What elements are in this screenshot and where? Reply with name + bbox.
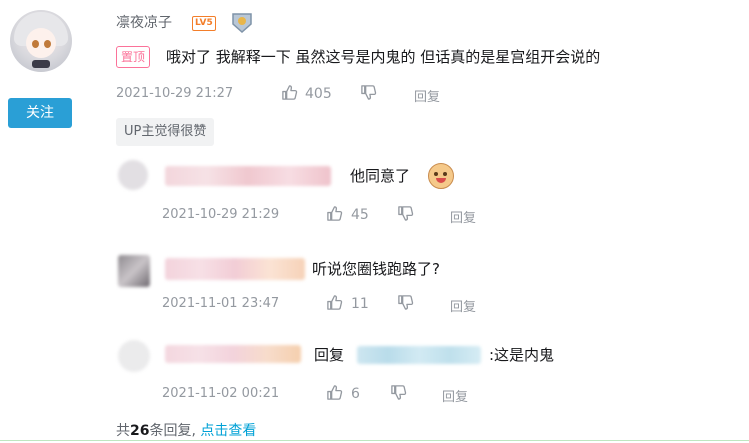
- reply-text: 他同意了: [350, 167, 411, 185]
- reply-button[interactable]: 回复: [450, 207, 476, 226]
- pinned-tag: 置顶: [116, 46, 151, 68]
- comment-time: 2021-10-29 21:27: [116, 86, 234, 101]
- like-count: 11: [351, 296, 369, 312]
- like-count: 45: [351, 207, 369, 223]
- divider: [0, 440, 749, 441]
- reply-username[interactable]: [165, 166, 331, 186]
- follow-button[interactable]: 关注: [8, 98, 72, 128]
- reply-count-prefix: 共: [116, 423, 130, 439]
- thumbs-up-icon[interactable]: [326, 205, 343, 222]
- view-replies-link[interactable]: 点击查看: [200, 423, 256, 439]
- reply-avatar[interactable]: [118, 340, 150, 372]
- username[interactable]: 凛夜凉子: [116, 12, 172, 32]
- reply-count-suffix: 条回复,: [149, 423, 196, 439]
- thumbs-up-icon[interactable]: [326, 294, 343, 311]
- thumbs-down-icon[interactable]: [390, 384, 407, 401]
- comment-text: 哦对了 我解释一下 虽然这号是内鬼的 但话真的是星宫组开会说的: [166, 48, 601, 66]
- thumbs-up-icon[interactable]: [326, 384, 343, 401]
- thumbs-down-icon[interactable]: [397, 294, 414, 311]
- reply-text: :这是内鬼: [489, 346, 555, 364]
- reply-count: 26: [130, 423, 150, 439]
- reply-time: 2021-10-29 21:29: [162, 207, 280, 222]
- up-liked-badge: UP主觉得很赞: [116, 118, 215, 146]
- user-avatar[interactable]: [10, 10, 72, 72]
- level-badge: LV5: [192, 16, 216, 31]
- reply-username[interactable]: [165, 345, 301, 363]
- thumbs-up-icon[interactable]: [281, 84, 298, 101]
- reply-username[interactable]: [165, 258, 305, 280]
- reply-summary: 共26条回复, 点击查看: [116, 420, 256, 440]
- mention-link[interactable]: [357, 346, 481, 364]
- reply-button[interactable]: 回复: [442, 386, 468, 405]
- reply-time: 2021-11-02 00:21: [162, 386, 280, 401]
- reply-text: 听说您圈钱跑路了?: [312, 260, 440, 278]
- thumbs-down-icon[interactable]: [397, 205, 414, 222]
- reply-button[interactable]: 回复: [450, 296, 476, 315]
- medal-icon: [232, 13, 252, 34]
- thumbs-down-icon[interactable]: [360, 84, 377, 101]
- like-count: 6: [351, 386, 360, 402]
- reply-avatar[interactable]: [118, 160, 148, 190]
- emoji-icon: [428, 163, 454, 189]
- reply-avatar[interactable]: [118, 255, 150, 287]
- reply-time: 2021-11-01 23:47: [162, 296, 280, 311]
- reply-button[interactable]: 回复: [414, 86, 440, 105]
- reply-prefix: 回复: [314, 346, 345, 364]
- like-count: 405: [305, 86, 332, 102]
